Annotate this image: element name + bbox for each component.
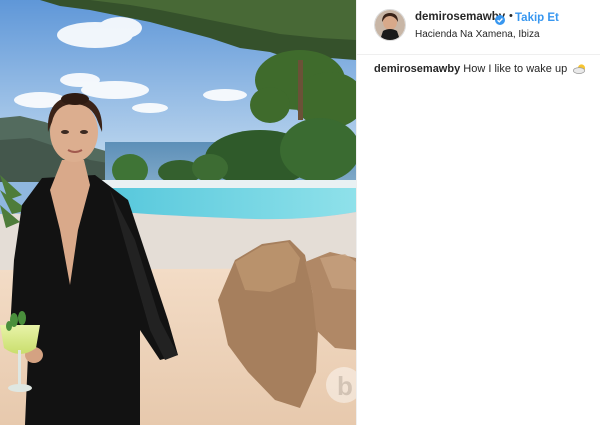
post-username[interactable]: demirosemawby bbox=[415, 11, 505, 23]
post-location[interactable]: Hacienda Na Xamena, Ibiza bbox=[415, 29, 540, 40]
verified-badge-icon bbox=[495, 12, 505, 25]
instagram-post: b demirosemawby • Takip Et Hacienda Na X… bbox=[0, 0, 600, 425]
svg-text:b: b bbox=[337, 371, 353, 401]
post-sidebar: demirosemawby • Takip Et Hacienda Na Xam… bbox=[356, 0, 600, 425]
post-caption: demirosemawby How I like to wake up bbox=[374, 63, 587, 77]
follow-button[interactable]: Takip Et bbox=[515, 12, 559, 24]
avatar[interactable] bbox=[374, 9, 406, 41]
separator-dot: • bbox=[509, 10, 513, 22]
post-photo[interactable]: b bbox=[0, 0, 356, 425]
sun-behind-cloud-icon bbox=[573, 63, 587, 77]
caption-text: How I like to wake up bbox=[463, 63, 568, 75]
caption-username[interactable]: demirosemawby bbox=[374, 63, 460, 75]
post-header: demirosemawby • Takip Et Hacienda Na Xam… bbox=[357, 0, 600, 55]
